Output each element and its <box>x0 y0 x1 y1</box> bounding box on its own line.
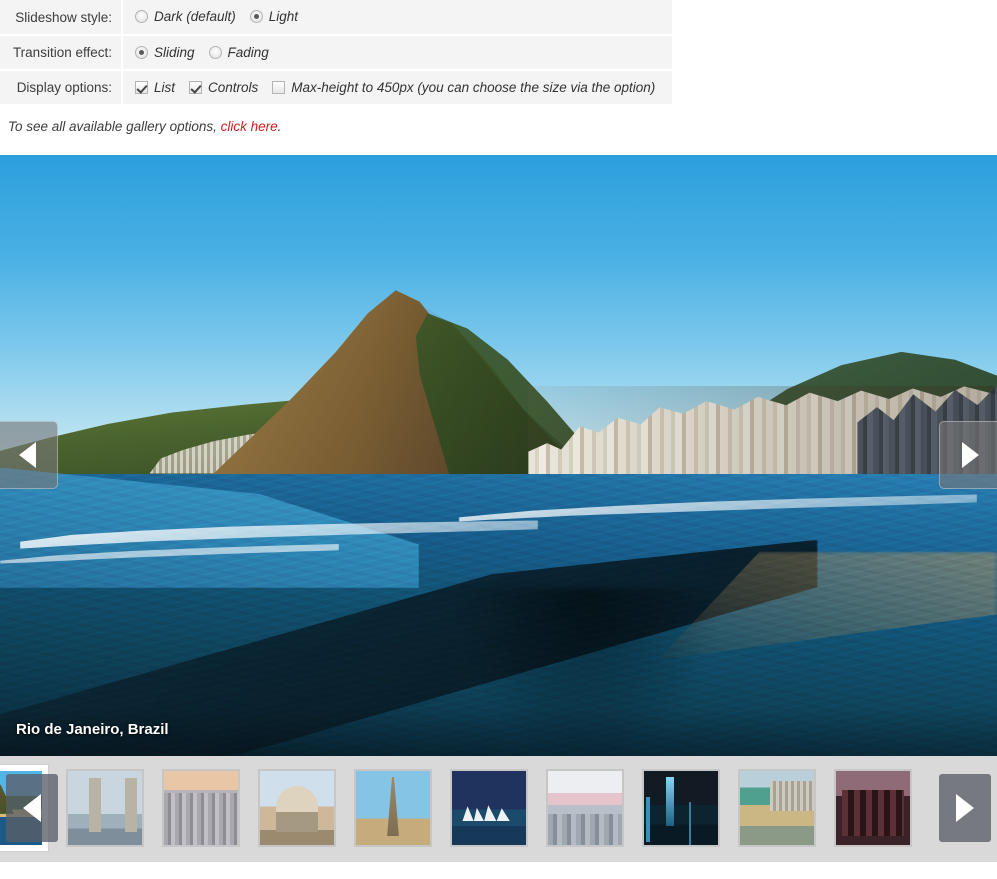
thumb-sydney[interactable] <box>450 769 528 847</box>
option-label: Dark (default) <box>154 9 236 25</box>
thumbnail-track <box>0 764 930 852</box>
gallery-options-hint: To see all available gallery options, cl… <box>0 106 997 155</box>
thumb-new-york[interactable] <box>162 769 240 847</box>
hint-text-after: . <box>277 119 282 134</box>
thumbs-prev-button[interactable] <box>6 774 58 842</box>
radio-indicator[interactable] <box>135 45 148 59</box>
radio-dark[interactable]: Dark (default) <box>135 9 236 24</box>
options-row: Transition effect: Sliding Fading <box>0 35 672 71</box>
thumbnail-image <box>164 771 238 845</box>
slide-next-button[interactable] <box>939 421 997 489</box>
thumbs-next-button[interactable] <box>939 774 991 842</box>
checkbox-indicator[interactable] <box>135 80 148 94</box>
chevron-left-icon <box>23 794 41 822</box>
slideshow-gallery: Rio de Janeiro, Brazil <box>0 155 997 862</box>
chevron-left-icon <box>18 442 36 468</box>
option-label: Fading <box>227 44 269 60</box>
thumb-coast[interactable] <box>738 769 816 847</box>
thumbnail-strip[interactable] <box>0 756 997 862</box>
thumbnail-image <box>452 771 526 845</box>
thumbnail-image <box>356 771 430 845</box>
hint-text-before: To see all available gallery options, <box>8 119 221 134</box>
thumbnail-image <box>260 771 334 845</box>
options-row-label: Slideshow style: <box>0 0 122 36</box>
slideshow-stage[interactable]: Rio de Janeiro, Brazil <box>0 155 997 756</box>
thumb-night-skyline[interactable] <box>642 769 720 847</box>
options-row: Display options: List Controls Max-height t… <box>0 70 672 106</box>
options-row-controls: Dark (default) Light <box>121 0 672 36</box>
checkbox-list[interactable]: List <box>135 80 175 95</box>
radio-fading[interactable]: Fading <box>208 44 269 60</box>
option-label: Sliding <box>154 44 195 60</box>
option-label: Controls <box>208 79 259 95</box>
thumbnail-image <box>740 771 814 845</box>
slide-caption: Rio de Janeiro, Brazil <box>0 707 997 756</box>
chevron-right-icon <box>961 442 979 468</box>
checkbox-indicator[interactable] <box>272 80 286 94</box>
options-row: Slideshow style: Dark (default) Light <box>0 0 672 36</box>
thumbnail-image <box>68 771 142 845</box>
option-label: Light <box>268 9 299 25</box>
radio-indicator[interactable] <box>208 45 222 59</box>
thumb-red-night[interactable] <box>834 769 912 847</box>
gallery-options-table: Slideshow style: Dark (default) Light Trans… <box>0 0 672 106</box>
option-label: List <box>154 79 176 95</box>
options-row-label: Transition effect: <box>0 35 122 71</box>
radio-indicator[interactable] <box>135 10 148 24</box>
slide-prev-button[interactable] <box>0 421 58 489</box>
checkbox-indicator[interactable] <box>189 80 203 94</box>
thumb-paris[interactable] <box>354 769 432 847</box>
chevron-right-icon <box>956 794 974 822</box>
checkbox-max-height[interactable]: Max-height to 450px (you can choose the … <box>272 80 655 95</box>
thumbnail-image <box>644 771 718 845</box>
radio-light[interactable]: Light <box>249 9 299 25</box>
checkbox-controls[interactable]: Controls <box>189 80 258 95</box>
thumbnail-image <box>836 771 910 845</box>
gallery-options-link[interactable]: click here <box>221 119 278 134</box>
options-row-label: Display options: <box>0 70 122 106</box>
options-row-controls: List Controls Max-height to 450px (you can… <box>121 70 672 106</box>
thumbnail-image <box>548 771 622 845</box>
thumb-london[interactable] <box>66 769 144 847</box>
slide-image-rio-de-janeiro <box>0 155 997 756</box>
radio-indicator[interactable] <box>249 10 263 24</box>
radio-sliding[interactable]: Sliding <box>135 45 195 60</box>
thumb-delhi[interactable] <box>258 769 336 847</box>
thumb-dawn-city[interactable] <box>546 769 624 847</box>
option-label: Max-height to 450px (you can choose the … <box>291 79 656 95</box>
options-row-controls: Sliding Fading <box>121 35 672 71</box>
